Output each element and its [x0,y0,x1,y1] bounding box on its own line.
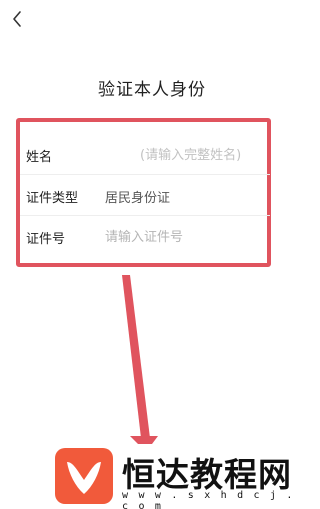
pointer-arrow [122,275,158,452]
watermark-name: 恒达教程网 [122,455,292,494]
watermark-url: w w w . s x h d c j . c o m [122,490,295,509]
watermark-logo-icon [55,448,113,504]
verify-identity-screen: 验证本人身份 姓名 证件类型 居民身份证 证件号 恒达教程网 w w w . s… [0,0,304,509]
